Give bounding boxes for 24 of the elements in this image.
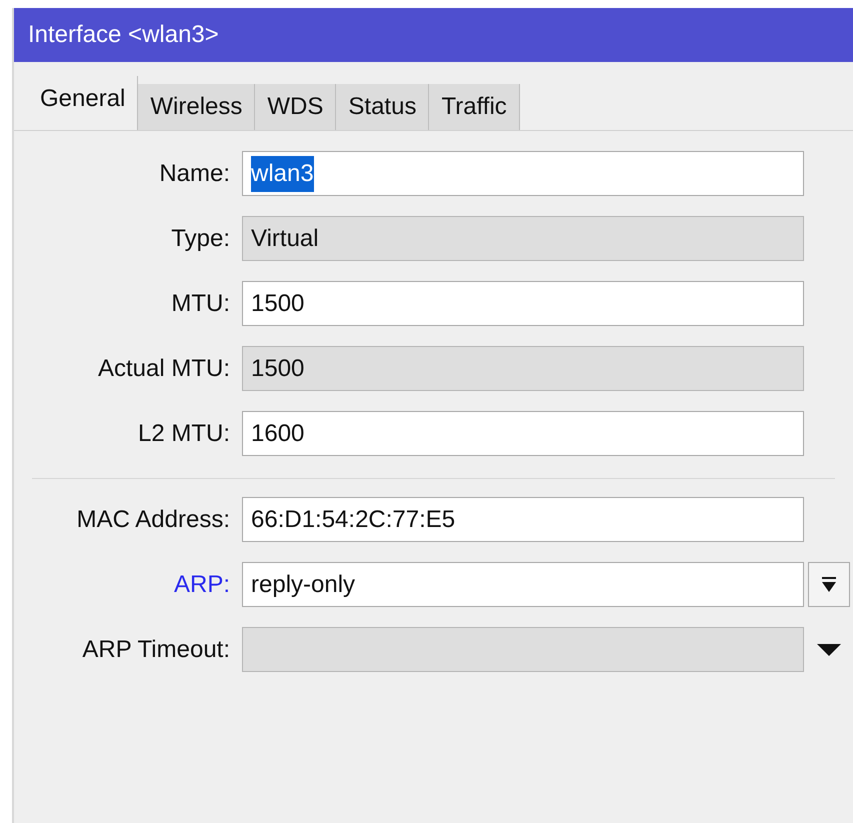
input-field[interactable]: reply-only bbox=[242, 562, 804, 607]
dropdown-button[interactable] bbox=[808, 562, 850, 607]
field-label: ARP: bbox=[172, 570, 231, 600]
tab[interactable]: WDS bbox=[255, 84, 336, 130]
field-label: MTU: bbox=[170, 288, 231, 318]
input-field[interactable]: Virtual bbox=[242, 216, 804, 261]
tab[interactable]: Wireless bbox=[138, 84, 256, 130]
window-title: Interface <wlan3> bbox=[28, 20, 219, 50]
field-label: ARP Timeout: bbox=[81, 634, 231, 664]
dropdown-icon bbox=[822, 576, 836, 592]
input-field[interactable] bbox=[242, 627, 804, 672]
input-field[interactable]: 66:D1:54:2C:77:E5 bbox=[242, 497, 804, 542]
tab[interactable]: Status bbox=[336, 84, 430, 130]
input-field[interactable]: wlan3 bbox=[242, 151, 804, 196]
input-field[interactable]: 1600 bbox=[242, 411, 804, 456]
field-label: Name: bbox=[158, 158, 231, 188]
field-label: Actual MTU: bbox=[96, 354, 231, 384]
dropdown-arrow-icon[interactable] bbox=[817, 644, 841, 656]
field-label: Type: bbox=[170, 224, 231, 254]
field-label: MAC Address: bbox=[76, 504, 231, 534]
field-label: L2 MTU: bbox=[136, 418, 231, 448]
input-field[interactable]: 1500 bbox=[242, 346, 804, 391]
input-field[interactable]: 1500 bbox=[242, 281, 804, 326]
tab[interactable]: Traffic bbox=[429, 84, 520, 130]
